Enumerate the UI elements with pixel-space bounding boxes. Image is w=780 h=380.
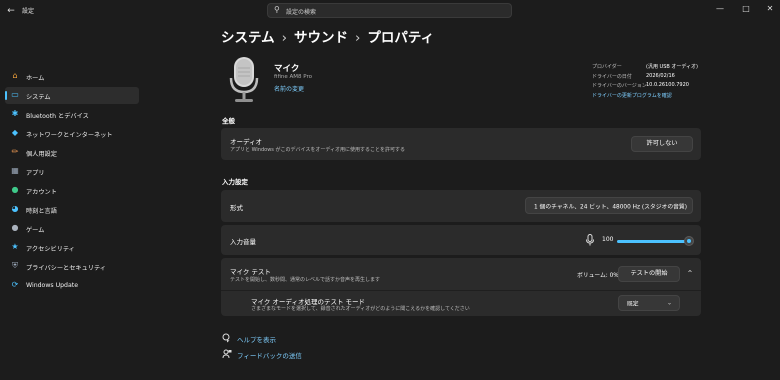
- sidebar-item-label: アプリ: [26, 170, 45, 177]
- shield-icon: ⛨: [12, 261, 18, 270]
- audio-description: アプリと Windows がこのデバイスをオーディオ用に使用することを許可する: [230, 147, 406, 153]
- start-test-button[interactable]: テストの開始: [618, 266, 680, 282]
- format-label: 形式: [230, 204, 243, 212]
- driver-date-value: 2026/02/16: [646, 73, 675, 79]
- microphone-icon: [585, 234, 595, 246]
- sidebar-item-label: システム: [26, 94, 51, 101]
- chevron-right-icon: ›: [281, 30, 288, 46]
- sidebar-item[interactable]: ▦ アプリ: [5, 163, 139, 180]
- account-icon: ●: [11, 185, 19, 194]
- sidebar-item-label: ホーム: [26, 75, 45, 82]
- help-link[interactable]: ヘルプを表示: [237, 334, 276, 344]
- breadcrumb-properties: プロパティ: [367, 30, 435, 46]
- breadcrumb-sound[interactable]: サウンド: [294, 30, 348, 46]
- driver-date-label: ドライバーの日付: [592, 74, 632, 80]
- search-icon: ⚲: [274, 5, 280, 14]
- audio-card: オーディオ アプリと Windows がこのデバイスをオーディオ用に使用すること…: [221, 128, 701, 160]
- format-value: 1 個のチャネル、24 ビット、48000 Hz (スタジオの音質): [534, 204, 687, 210]
- sidebar-item[interactable]: ● ゲーム: [5, 220, 139, 237]
- chevron-right-icon: ›: [355, 30, 361, 46]
- back-arrow-icon[interactable]: ←: [4, 4, 18, 18]
- sidebar-item-label: 時刻と言語: [26, 208, 57, 215]
- sidebar-item[interactable]: ★ アクセシビリティ: [5, 239, 139, 256]
- sidebar-item-label: ゲーム: [26, 227, 45, 234]
- driver-update-link[interactable]: ドライバーの更新プログラムを確認: [592, 92, 672, 99]
- breadcrumb-system[interactable]: システム: [221, 30, 275, 46]
- system-icon: ▭: [11, 90, 19, 99]
- driver-version-label: ドライバーのバージョン: [592, 83, 647, 89]
- sidebar-item[interactable]: ● アカウント: [5, 182, 139, 199]
- device-model: fifine AM8 Pro: [274, 74, 313, 80]
- format-card: 形式 1 個のチャネル、24 ビット、48000 Hz (スタジオの音質) ⌄: [221, 190, 701, 222]
- bluetooth-icon: ✱: [11, 109, 19, 118]
- sidebar-item[interactable]: ✏ 個人用設定: [5, 144, 139, 161]
- deny-button[interactable]: 許可しない: [631, 136, 693, 152]
- sidebar-item-label: Bluetooth とデバイス: [26, 113, 89, 120]
- apps-icon: ▦: [11, 166, 19, 175]
- format-dropdown[interactable]: 1 個のチャネル、24 ビット、48000 Hz (スタジオの音質) ⌄: [525, 197, 693, 214]
- sidebar-item[interactable]: ◕ 時刻と言語: [5, 201, 139, 218]
- home-icon: ⌂: [12, 71, 18, 80]
- search-box[interactable]: ⚲ 設定の検索: [267, 3, 512, 18]
- chevron-up-icon[interactable]: ⌃: [684, 267, 696, 281]
- input-settings-heading: 入力設定: [222, 178, 248, 186]
- input-volume-slider-track[interactable]: [617, 240, 689, 243]
- chevron-down-icon: ⌄: [666, 299, 672, 307]
- input-volume-label: 入力音量: [230, 238, 256, 246]
- sidebar-item[interactable]: ⛨ プライバシーとセキュリティ: [5, 258, 139, 275]
- provider-label: プロバイダー: [592, 64, 622, 70]
- sidebar-item-label: 個人用設定: [26, 151, 57, 158]
- network-icon: ◆: [11, 128, 19, 137]
- mic-test-card: マイク テスト テストを開始し、数秒間、通常のレベルで話すか音声を再生します ボ…: [221, 258, 701, 316]
- maximize-icon[interactable]: □: [736, 2, 756, 16]
- update-icon: ⟳: [11, 280, 19, 289]
- sidebar-item-label: プライバシーとセキュリティ: [26, 265, 106, 272]
- provider-value: (汎用 USB オーディオ): [646, 64, 698, 70]
- title-bar: ← 設定 ⚲ 設定の検索 — □ ✕: [0, 0, 780, 22]
- sidebar-item[interactable]: ✱ Bluetooth とデバイス: [5, 106, 139, 123]
- test-volume-readout: ボリューム: 0%: [577, 273, 619, 279]
- input-volume-value: 100: [602, 236, 614, 243]
- close-icon[interactable]: ✕: [760, 2, 780, 16]
- general-heading: 全般: [222, 117, 235, 125]
- input-volume-slider-thumb[interactable]: [684, 236, 694, 246]
- audio-title: オーディオ: [230, 138, 263, 146]
- test-mode-value: 既定: [627, 301, 639, 308]
- game-icon: ●: [11, 223, 19, 232]
- brush-icon: ✏: [11, 147, 19, 156]
- feedback-link[interactable]: フィードバックの送信: [237, 350, 302, 360]
- sidebar-item[interactable]: ⌂ ホーム: [5, 68, 139, 85]
- sidebar-item[interactable]: ▭ システム: [5, 87, 139, 104]
- help-icon: [222, 333, 232, 343]
- driver-version-value: 10.0.26100.7920: [646, 82, 689, 88]
- accessibility-icon: ★: [11, 242, 19, 251]
- test-mode-description: さまざまなモードを選択して、録音されたオーディオがどのように聞こえるかを確認して…: [251, 306, 470, 312]
- sidebar-item[interactable]: ⟳ Windows Update: [5, 277, 139, 294]
- search-placeholder[interactable]: 設定の検索: [286, 7, 316, 16]
- sidebar-item-label: アカウント: [26, 189, 57, 196]
- mic-test-title: マイク テスト: [230, 268, 271, 276]
- rename-link[interactable]: 名前の変更: [274, 84, 304, 93]
- test-mode-dropdown[interactable]: 既定 ⌄: [618, 295, 680, 311]
- globe-clock-icon: ◕: [11, 204, 19, 213]
- sidebar-item-label: アクセシビリティ: [26, 246, 75, 253]
- divider: [221, 290, 701, 291]
- microphone-icon: [226, 56, 262, 104]
- sidebar-item-label: ネットワークとインターネット: [26, 132, 113, 139]
- feedback-icon: [222, 349, 232, 359]
- selection-indicator: [5, 91, 7, 100]
- sidebar-item-label: Windows Update: [26, 282, 78, 289]
- minimize-icon[interactable]: —: [710, 2, 730, 16]
- sidebar-item[interactable]: ◆ ネットワークとインターネット: [5, 125, 139, 142]
- mic-test-description: テストを開始し、数秒間、通常のレベルで話すか音声を再生します: [230, 277, 381, 283]
- device-name: マイク: [274, 64, 300, 74]
- chevron-down-icon: ⌄: [679, 202, 685, 209]
- breadcrumb: システム › サウンド › プロパティ: [221, 26, 434, 46]
- app-title: 設定: [22, 8, 35, 15]
